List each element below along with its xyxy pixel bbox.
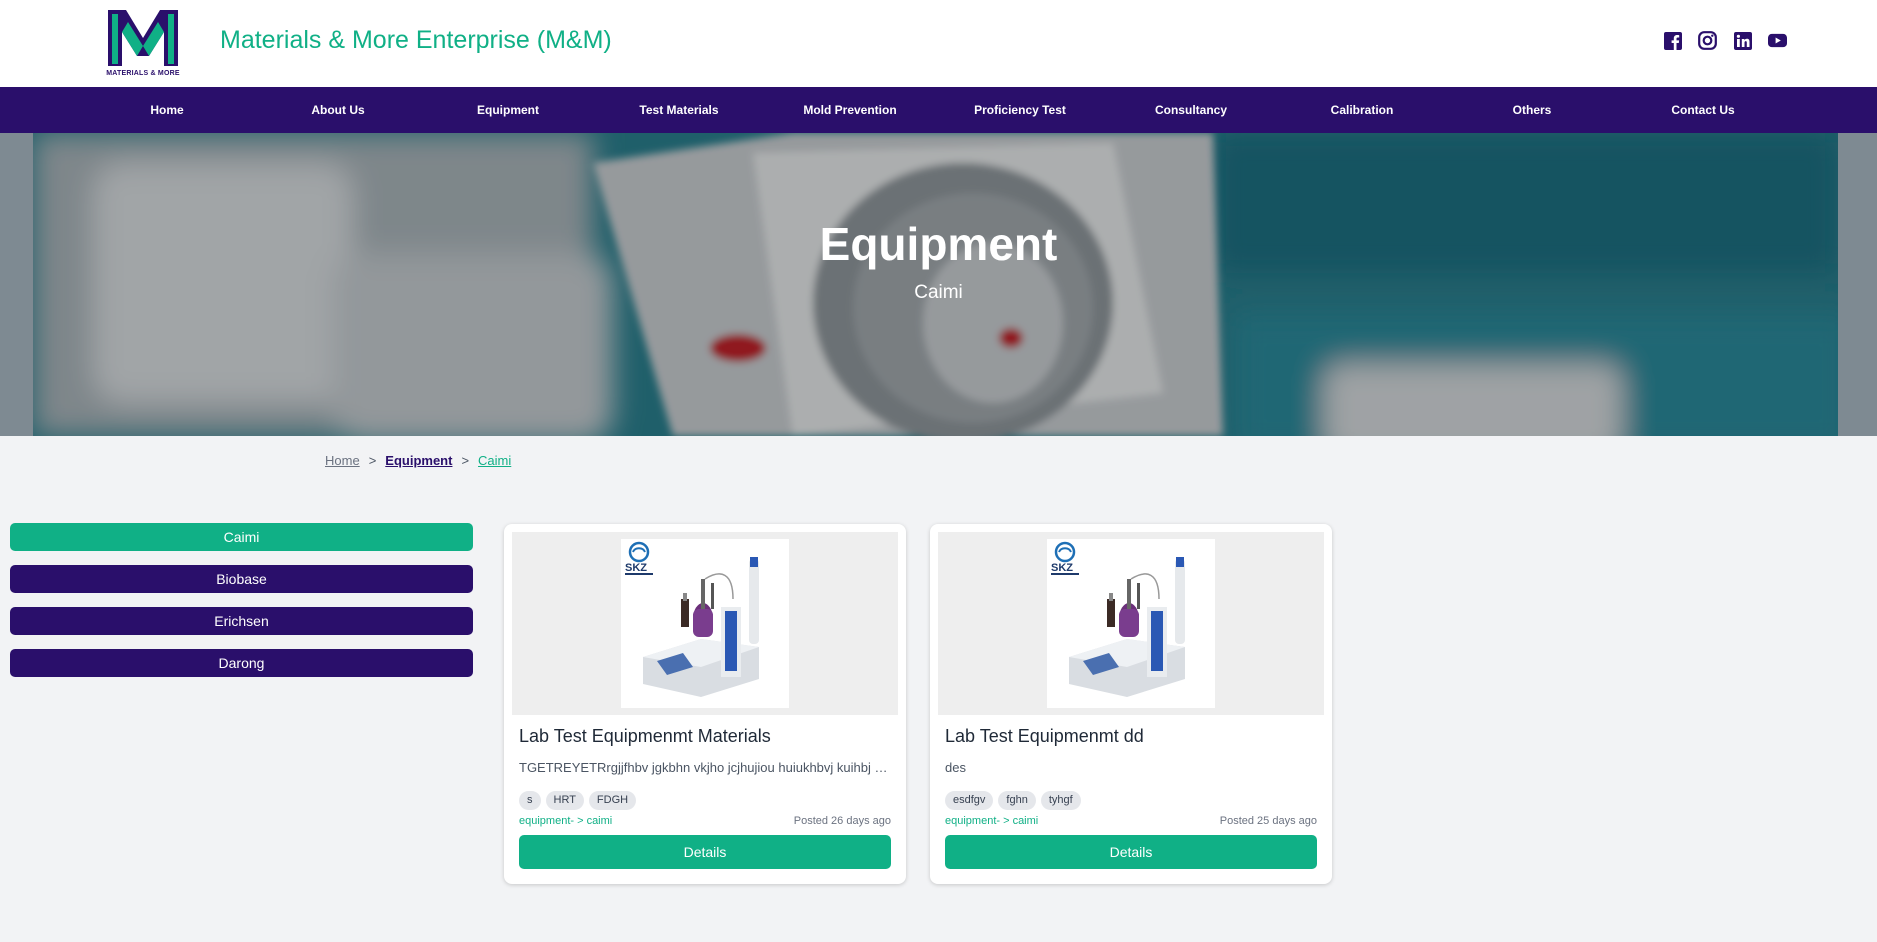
breadcrumb-separator: > xyxy=(368,453,377,468)
product-tag: HRT xyxy=(545,791,584,810)
product-category-path: equipment- > caimi xyxy=(945,815,1039,827)
nav-item-proficiency-test[interactable]: Proficiency Test xyxy=(935,87,1105,133)
product-image[interactable]: SKZ xyxy=(1047,539,1215,708)
nav-item-others[interactable]: Others xyxy=(1447,87,1617,133)
product-card: SKZ Lab Test Equipmenmt Materials TGETRE… xyxy=(504,524,906,884)
product-card: SKZ Lab Test Equipmenmt dd des esdfgv fg… xyxy=(930,524,1332,884)
nav-item-contact-us[interactable]: Contact Us xyxy=(1618,87,1788,133)
product-description: TGETREYETRrgjjfhbv jgkbhn vkjho jcjhujio… xyxy=(519,760,891,775)
nav-item-consultancy[interactable]: Consultancy xyxy=(1106,87,1276,133)
brand-name[interactable]: Materials & More Enterprise (M&M) xyxy=(220,26,612,55)
category-button-caimi[interactable]: Caimi xyxy=(10,523,473,551)
product-tag: fghn xyxy=(998,791,1036,810)
site-header: MATERIALS & MORE Materials & More Enterp… xyxy=(0,0,1877,87)
product-tags: esdfgv fghn tyhgf xyxy=(945,791,1081,810)
hero-banner: Equipment Caimi xyxy=(0,133,1877,436)
product-tag: FDGH xyxy=(588,791,637,810)
product-posted-date: Posted 25 days ago xyxy=(1219,815,1317,827)
logo-mark-icon xyxy=(108,10,178,66)
category-button-darong[interactable]: Darong xyxy=(10,649,473,677)
site-logo[interactable]: MATERIALS & MORE xyxy=(104,6,182,80)
linkedin-icon[interactable] xyxy=(1733,31,1752,50)
nav-item-home[interactable]: Home xyxy=(82,87,252,133)
nav-item-calibration[interactable]: Calibration xyxy=(1277,87,1447,133)
breadcrumb-separator: > xyxy=(461,453,470,468)
youtube-icon[interactable] xyxy=(1768,31,1787,50)
instagram-icon[interactable] xyxy=(1698,31,1717,50)
social-links xyxy=(1663,31,1787,50)
product-title[interactable]: Lab Test Equipmenmt Materials xyxy=(519,726,771,747)
breadcrumb-current[interactable]: Caimi xyxy=(478,453,511,468)
product-tags: s HRT FDGH xyxy=(519,791,637,810)
category-button-biobase[interactable]: Biobase xyxy=(10,565,473,593)
product-category-path: equipment- > caimi xyxy=(519,815,613,827)
breadcrumb: Home > Equipment > Caimi xyxy=(325,453,511,468)
hero-subtitle: Caimi xyxy=(914,282,963,303)
product-image-frame: SKZ xyxy=(512,532,898,715)
nav-item-mold-prevention[interactable]: Mold Prevention xyxy=(765,87,935,133)
category-button-erichsen[interactable]: Erichsen xyxy=(10,607,473,635)
product-tag: s xyxy=(519,791,541,810)
product-image-brand: SKZ xyxy=(1051,562,1073,574)
hero-title: Equipment xyxy=(819,218,1058,270)
product-title[interactable]: Lab Test Equipmenmt dd xyxy=(945,726,1144,747)
details-button[interactable]: Details xyxy=(945,835,1317,869)
breadcrumb-equipment[interactable]: Equipment xyxy=(385,453,452,468)
product-description: des xyxy=(945,760,966,775)
breadcrumb-home[interactable]: Home xyxy=(325,453,360,468)
product-image[interactable]: SKZ xyxy=(621,539,789,708)
product-image-brand: SKZ xyxy=(625,562,647,574)
nav-item-test-materials[interactable]: Test Materials xyxy=(594,87,764,133)
product-tag: tyhgf xyxy=(1040,791,1081,810)
nav-item-equipment[interactable]: Equipment xyxy=(423,87,593,133)
logo-text: MATERIALS & MORE xyxy=(106,70,180,77)
nav-item-about-us[interactable]: About Us xyxy=(253,87,423,133)
product-posted-date: Posted 26 days ago xyxy=(793,815,891,827)
product-image-frame: SKZ xyxy=(938,532,1324,715)
product-tag: esdfgv xyxy=(945,791,994,810)
main-nav: Home About Us Equipment Test Materials M… xyxy=(0,87,1877,133)
details-button[interactable]: Details xyxy=(519,835,891,869)
facebook-icon[interactable] xyxy=(1663,31,1682,50)
